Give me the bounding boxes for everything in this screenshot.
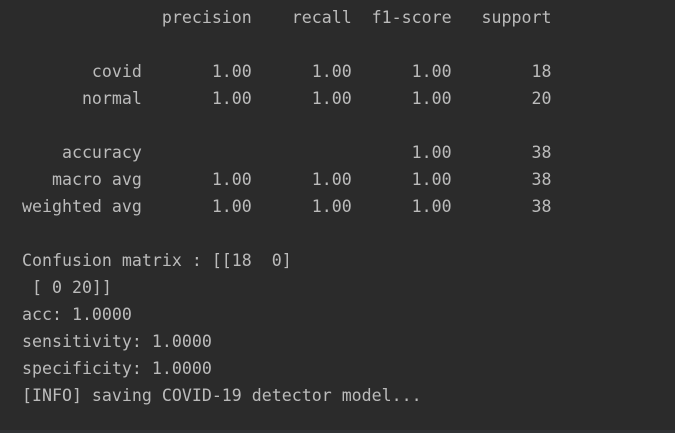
report-header: precision recall f1-score support <box>22 8 552 27</box>
report-row-covid: covid 1.00 1.00 1.00 18 <box>22 62 552 81</box>
report-row-normal: normal 1.00 1.00 1.00 20 <box>22 89 552 108</box>
confusion-matrix-line-1: Confusion matrix : [[18 0] <box>22 251 292 270</box>
info-message: [INFO] saving COVID-19 detector model... <box>22 386 422 405</box>
metric-sensitivity: sensitivity: 1.0000 <box>22 332 212 351</box>
metric-accuracy: acc: 1.0000 <box>22 305 132 324</box>
console-output: precision recall f1-score support covid … <box>0 0 675 433</box>
metric-specificity: specificity: 1.0000 <box>22 359 212 378</box>
confusion-matrix-line-2: [ 0 20]] <box>22 278 112 297</box>
report-row-macro-avg: macro avg 1.00 1.00 1.00 38 <box>22 170 552 189</box>
report-row-weighted-avg: weighted avg 1.00 1.00 1.00 38 <box>22 197 552 216</box>
report-row-accuracy: accuracy 1.00 38 <box>22 143 552 162</box>
